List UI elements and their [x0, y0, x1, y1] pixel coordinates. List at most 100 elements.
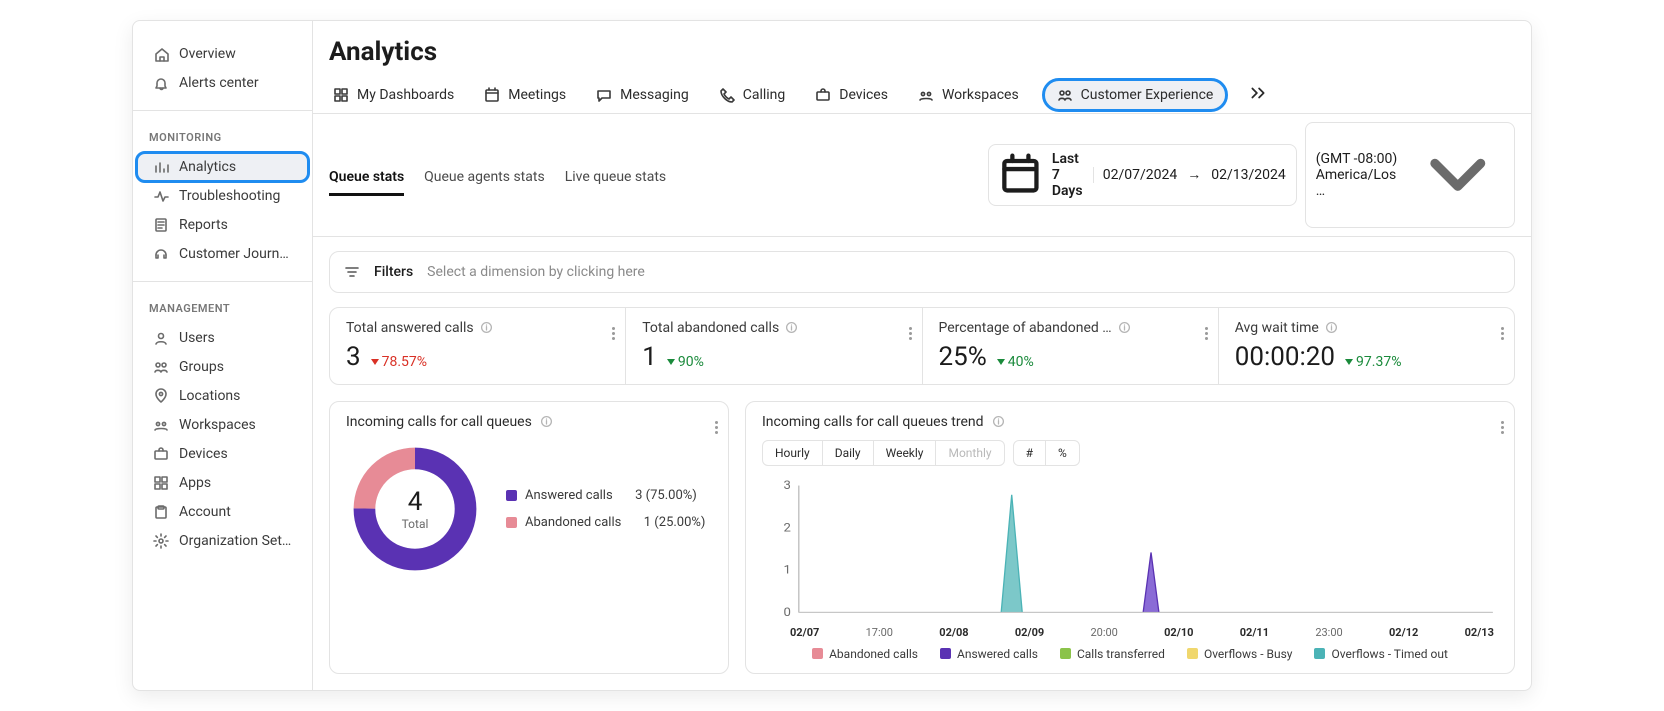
sidebar-title-management: MANAGEMENT: [133, 294, 312, 323]
trend-card-title: Incoming calls for call queues trend: [762, 414, 984, 430]
kpi-menu-button[interactable]: [909, 318, 912, 340]
calendar-icon: [999, 153, 1042, 196]
legend-swatch: [812, 648, 823, 659]
grid-icon: [153, 475, 169, 491]
groups-icon: [153, 359, 169, 375]
info-icon[interactable]: [785, 321, 798, 334]
doc-icon: [153, 217, 169, 233]
chevron-down-icon: [1412, 129, 1504, 221]
kpi-menu-button[interactable]: [1501, 318, 1504, 340]
kpi-menu-button[interactable]: [1205, 318, 1208, 340]
sidebar-item-reports[interactable]: Reports: [137, 211, 308, 239]
svg-text:3: 3: [784, 479, 791, 492]
time-granularity-toggle: HourlyDailyWeeklyMonthly: [762, 440, 1005, 466]
subtab-live-queue-stats[interactable]: Live queue stats: [565, 161, 666, 196]
cards-row: Incoming calls for call queues 4 Total: [329, 401, 1515, 674]
xlabel: 23:00: [1315, 626, 1342, 639]
kpi-value: 25%: [939, 342, 987, 372]
tab-messaging[interactable]: Messaging: [592, 77, 693, 113]
bars-icon: [153, 159, 169, 175]
filters-bar[interactable]: Filters Select a dimension by clicking h…: [329, 251, 1515, 293]
donut-card-title: Incoming calls for call queues: [346, 414, 532, 430]
info-icon[interactable]: [1325, 321, 1338, 334]
sidebar-item-analytics[interactable]: Analytics: [137, 153, 308, 181]
timezone-value: (GMT -08:00) America/Los …: [1316, 151, 1403, 199]
tab-customer-experience[interactable]: Customer Experience: [1045, 81, 1226, 109]
svg-text:2: 2: [784, 522, 791, 535]
seg-count[interactable]: #: [1014, 441, 1045, 465]
sidebar-item-users[interactable]: Users: [137, 324, 308, 352]
clipboard-icon: [153, 504, 169, 520]
seg-hourly[interactable]: Hourly: [763, 441, 822, 465]
xlabel: 20:00: [1090, 626, 1117, 639]
kpi-title: Total abandoned calls: [642, 320, 779, 336]
pulse-icon: [153, 188, 169, 204]
user-icon: [153, 330, 169, 346]
sidebar-item-customer-journey-data[interactable]: Customer Journey Data: [137, 240, 308, 268]
headset-icon: [153, 246, 169, 262]
sidebar-item-alerts-center[interactable]: Alerts center: [137, 69, 308, 97]
legend-swatch: [506, 517, 517, 528]
sidebar-item-account[interactable]: Account: [137, 498, 308, 526]
sidebar: Overview Alerts center MONITORING Analyt…: [133, 21, 313, 690]
kpi-title: Total answered calls: [346, 320, 474, 336]
sidebar-item-groups[interactable]: Groups: [137, 353, 308, 381]
tab-my-dashboards[interactable]: My Dashboards: [329, 77, 458, 113]
trend-card: Incoming calls for call queues trend Hou…: [745, 401, 1515, 674]
donut-legend: Answered calls 3 (75.00%) Abandoned call…: [506, 488, 705, 530]
trend-chart: 3210: [762, 474, 1498, 624]
sidebar-item-troubleshooting[interactable]: Troubleshooting: [137, 182, 308, 210]
legend-item: Overflows - Timed out: [1314, 647, 1447, 661]
seg-monthly[interactable]: Monthly: [935, 441, 1003, 465]
seg-percent[interactable]: %: [1045, 441, 1079, 465]
sidebar-separator: [133, 110, 312, 111]
tab-devices[interactable]: Devices: [811, 77, 892, 113]
xlabel: 02/11: [1240, 626, 1269, 639]
kpi-card: Percentage of abandoned … 25% 40%: [922, 308, 1218, 384]
filters-placeholder: Select a dimension by clicking here: [427, 264, 645, 280]
kpi-delta: 40%: [997, 354, 1034, 370]
subtab-queue-stats[interactable]: Queue stats: [329, 161, 404, 196]
tab-meetings[interactable]: Meetings: [480, 77, 570, 113]
svg-text:1: 1: [784, 564, 791, 577]
seg-weekly[interactable]: Weekly: [873, 441, 936, 465]
sidebar-item-workspaces[interactable]: Workspaces: [137, 411, 308, 439]
sidebar-item-apps[interactable]: Apps: [137, 469, 308, 497]
value-format-toggle: #%: [1013, 440, 1080, 466]
tab-calling[interactable]: Calling: [715, 77, 790, 113]
timezone-select[interactable]: (GMT -08:00) America/Los …: [1305, 122, 1515, 228]
info-icon[interactable]: [480, 321, 493, 334]
legend-swatch: [940, 648, 951, 659]
kpi-value: 00:00:20: [1235, 342, 1335, 372]
legend-item: Calls transferred: [1060, 647, 1165, 661]
legend-item: Answered calls 3 (75.00%): [506, 488, 705, 503]
main: Analytics My Dashboards Meetings Messagi…: [313, 21, 1531, 690]
date-controls: Last 7 Days 02/07/2024 → 02/13/2024 (GMT…: [988, 122, 1515, 236]
sidebar-item-locations[interactable]: Locations: [137, 382, 308, 410]
subtab-queue-agents-stats[interactable]: Queue agents stats: [424, 161, 545, 196]
chat-icon: [596, 87, 612, 103]
sidebar-item-overview[interactable]: Overview: [137, 40, 308, 68]
briefcase-icon: [153, 446, 169, 462]
sidebar-item-organization-settings[interactable]: Organization Settings: [137, 527, 308, 555]
legend-item: Answered calls: [940, 647, 1038, 661]
card-menu-button[interactable]: [1501, 412, 1504, 434]
seg-daily[interactable]: Daily: [822, 441, 873, 465]
info-icon[interactable]: [992, 415, 1005, 428]
xlabel: 02/12: [1389, 626, 1418, 639]
tabs-overflow-button[interactable]: [1247, 78, 1269, 112]
legend-item: Overflows - Busy: [1187, 647, 1293, 661]
date-range-picker[interactable]: Last 7 Days 02/07/2024 → 02/13/2024: [988, 144, 1297, 206]
info-icon[interactable]: [1118, 321, 1131, 334]
legend-swatch: [1060, 648, 1071, 659]
tab-workspaces[interactable]: Workspaces: [914, 77, 1023, 113]
info-icon[interactable]: [540, 415, 553, 428]
calendar-icon: [484, 87, 500, 103]
sidebar-item-devices[interactable]: Devices: [137, 440, 308, 468]
card-menu-button[interactable]: [715, 412, 718, 434]
sub-tabs: Queue stats Queue agents stats Live queue …: [313, 114, 1531, 237]
phone-icon: [719, 87, 735, 103]
kpi-value: 3: [346, 342, 361, 372]
kpi-menu-button[interactable]: [612, 318, 615, 340]
groups-icon: [1057, 87, 1073, 103]
